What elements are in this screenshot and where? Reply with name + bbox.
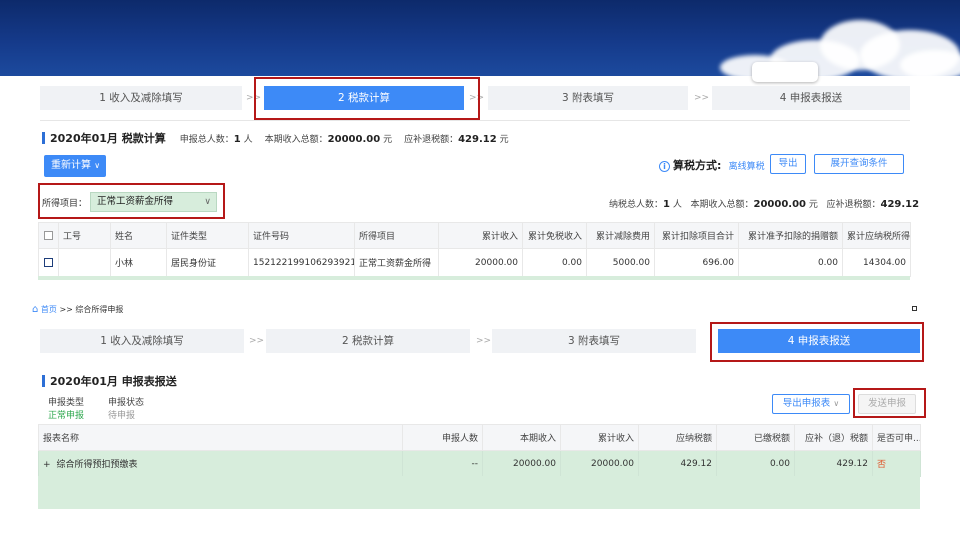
breadcrumb-home-link[interactable]: 首页 <box>41 305 57 314</box>
column-header: 姓名 <box>110 222 167 249</box>
table-row[interactable]: + 综合所得预扣预缴表 -- 20000.00 20000.00 429.12 0… <box>38 450 921 477</box>
chevron-down-icon: ∨ <box>833 399 840 408</box>
table-cell: 0.00 <box>522 248 587 277</box>
table-header-row: 报表名称 申报人数 本期收入 累计收入 应纳税额 已缴税额 应补（退）税额 是否… <box>38 424 921 451</box>
column-header: 累计收入 <box>560 424 639 451</box>
tax-calc-table: 工号 姓名 证件类型 证件号码 所得项目 累计收入 累计免税收入 累计减除费用 … <box>38 222 911 277</box>
column-header: 应补（退）税额 <box>794 424 873 451</box>
table-cell: 正常工资薪金所得 <box>354 248 439 277</box>
table-cell: 696.00 <box>654 248 739 277</box>
income-item-label: 所得项目： <box>42 199 88 209</box>
step-report-submit[interactable]: 4 申报表报送 <box>718 329 920 353</box>
report-header: 2020年01月 申报表报送 <box>42 373 191 389</box>
table-cell: 20000.00 <box>482 450 561 477</box>
row-checkbox[interactable] <box>38 248 59 277</box>
title-accent-bar <box>42 132 45 144</box>
expand-row-icon[interactable]: + <box>43 460 51 470</box>
column-header: 累计减除费用 <box>586 222 655 249</box>
select-all-checkbox[interactable] <box>38 222 59 249</box>
report-type-value: 正常申报 <box>48 411 85 421</box>
table-cell: 0.00 <box>716 450 795 477</box>
report-status-label: 申报状态 <box>108 398 145 408</box>
banner-cloud-decoration <box>900 50 960 76</box>
report-table-empty-area <box>38 476 920 509</box>
report-name-cell[interactable]: + 综合所得预扣预缴表 <box>38 450 403 477</box>
column-header: 证件类型 <box>166 222 249 249</box>
step-report-submit[interactable]: 4 申报表报送 <box>712 86 910 110</box>
info-icon: i <box>659 161 670 172</box>
report-type-label: 申报类型 <box>48 398 85 408</box>
step-tax-calculation[interactable]: 2 税款计算 <box>266 329 470 353</box>
column-header: 已缴税额 <box>716 424 795 451</box>
table-cell: 居民身份证 <box>166 248 249 277</box>
export-button[interactable]: 导出 <box>770 154 806 174</box>
table-cell: 152122199106293921 <box>248 248 355 277</box>
table-cell: 429.12 <box>794 450 873 477</box>
table-cell: 小林 <box>110 248 167 277</box>
income-total: 本期收入总额：20000.00 元 <box>264 133 393 145</box>
window-restore-icon[interactable] <box>912 306 917 311</box>
column-header: 累计扣除项目合计 <box>654 222 739 249</box>
section-divider <box>40 120 910 121</box>
breadcrumb-current: 综合所得申报 <box>75 305 124 314</box>
title-accent-bar <box>42 375 45 387</box>
chevron-down-icon: ∨ <box>204 197 211 207</box>
table-cell <box>58 248 111 277</box>
column-header: 报表名称 <box>38 424 403 451</box>
column-header: 累计免税收入 <box>522 222 587 249</box>
step-separator: >> <box>694 93 710 103</box>
row-highlight-strip <box>38 276 910 280</box>
report-status-value: 待申报 <box>108 411 136 421</box>
column-header: 申报人数 <box>402 424 483 451</box>
column-header: 是否可申... <box>872 424 921 451</box>
tax-calc-header: 2020年01月 税款计算 申报总人数：1 人 本期收入总额：20000.00 … <box>42 130 521 146</box>
column-header: 所得项目 <box>354 222 439 249</box>
section-title: 2020年01月 申报表报送 <box>50 375 177 388</box>
table-cell: 0.00 <box>738 248 843 277</box>
table-cell: -- <box>402 450 483 477</box>
step-separator: >> <box>249 336 265 346</box>
table-cell: 20000.00 <box>560 450 639 477</box>
calc-method-value[interactable]: 离线算税 <box>729 162 765 172</box>
table-cell: 5000.00 <box>586 248 655 277</box>
income-item-select[interactable]: 正常工资薪金所得 ∨ <box>90 192 217 212</box>
step-income-entry[interactable]: 1 收入及减除填写 <box>40 86 242 110</box>
table-header-row: 工号 姓名 证件类型 证件号码 所得项目 累计收入 累计免税收入 累计减除费用 … <box>38 222 911 249</box>
column-header: 证件号码 <box>248 222 355 249</box>
banner-floating-card <box>752 62 818 82</box>
step-separator: >> <box>476 336 492 346</box>
step-schedule-entry[interactable]: 3 附表填写 <box>492 329 696 353</box>
breadcrumb: ⌂ 首页 >> 综合所得申报 <box>32 304 124 315</box>
chevron-down-icon: ∨ <box>94 161 101 170</box>
table-cell: 14304.00 <box>842 248 911 277</box>
refund-total: 应补退税额：429.12 元 <box>404 133 509 145</box>
expand-query-button[interactable]: 展开查询条件 <box>814 154 904 174</box>
page-title: 2020年01月 税款计算 <box>50 132 166 145</box>
step-tax-calculation[interactable]: 2 税款计算 <box>264 86 464 110</box>
table-cell: 429.12 <box>638 450 717 477</box>
declarant-count: 申报总人数：1 人 <box>179 133 253 145</box>
step-schedule-entry[interactable]: 3 附表填写 <box>488 86 688 110</box>
right-summary: 纳税总人数：1 人 本期收入总额：20000.00 元 应补退税额：429.12 <box>609 199 920 210</box>
column-header: 累计收入 <box>438 222 523 249</box>
can-declare-cell: 否 <box>872 450 921 477</box>
column-header: 应纳税额 <box>638 424 717 451</box>
export-report-button[interactable]: 导出申报表 ∨ <box>772 394 850 414</box>
home-icon[interactable]: ⌂ <box>32 304 38 315</box>
column-header: 累计准予扣除的捐赠额 <box>738 222 843 249</box>
step-separator: >> <box>469 93 485 103</box>
step-income-entry[interactable]: 1 收入及减除填写 <box>40 329 244 353</box>
recalculate-button[interactable]: 重新计算 ∨ <box>44 155 106 177</box>
send-report-button[interactable]: 发送申报 <box>858 394 916 414</box>
calc-method: i 算税方式: 离线算税 <box>659 157 765 173</box>
table-cell: 20000.00 <box>438 248 523 277</box>
table-row[interactable]: 小林 居民身份证 152122199106293921 正常工资薪金所得 200… <box>38 248 911 277</box>
column-header: 累计应纳税所得额 <box>842 222 911 249</box>
column-header: 工号 <box>58 222 111 249</box>
column-header: 本期收入 <box>482 424 561 451</box>
report-table: 报表名称 申报人数 本期收入 累计收入 应纳税额 已缴税额 应补（退）税额 是否… <box>38 424 921 477</box>
step-separator: >> <box>246 93 262 103</box>
